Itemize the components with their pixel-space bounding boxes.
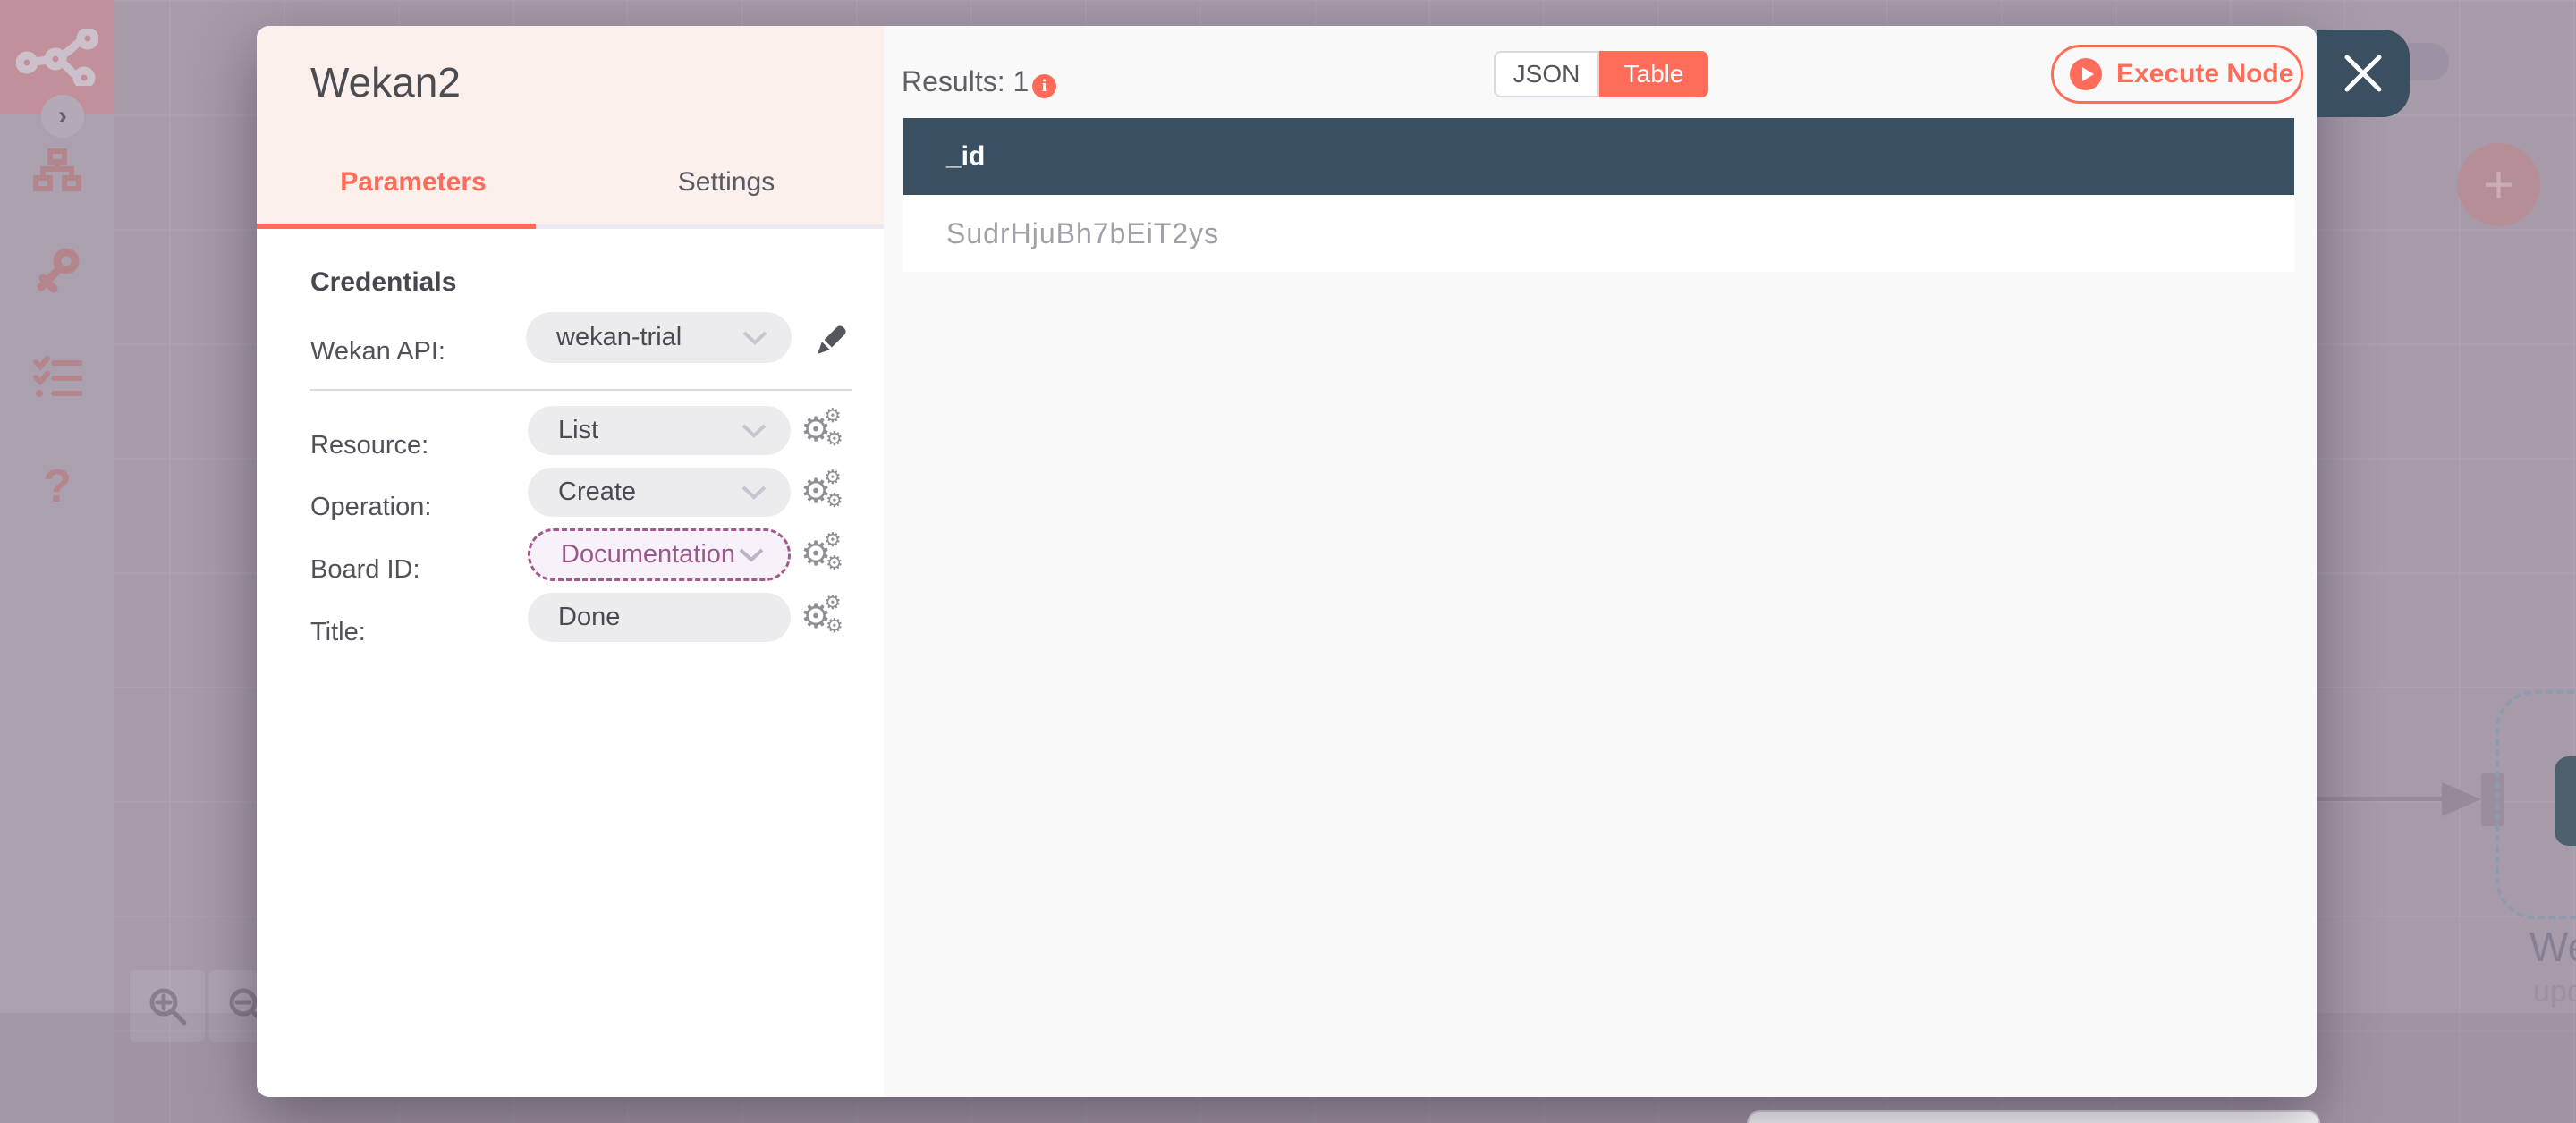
gear-small-icon: ⚙ xyxy=(826,552,843,574)
param-label-board-id: Board ID: xyxy=(310,555,420,584)
chevron-down-icon xyxy=(742,331,767,345)
info-icon[interactable]: i xyxy=(1032,74,1056,98)
operation-options-button[interactable]: ⚙ ⚙ ⚙ xyxy=(801,468,845,517)
pencil-icon xyxy=(818,325,846,354)
gear-small-icon: ⚙ xyxy=(826,614,843,637)
resource-options-button[interactable]: ⚙ ⚙ ⚙ xyxy=(801,406,845,455)
board-id-select[interactable]: Documentation xyxy=(528,528,791,581)
param-label-resource: Resource: xyxy=(310,431,429,460)
title-options-button[interactable]: ⚙ ⚙ ⚙ xyxy=(801,593,845,642)
param-label-operation: Operation: xyxy=(310,493,432,521)
node-detail-modal: Wekan2 Parameters Settings Credentials W… xyxy=(257,26,2317,1097)
sidebar-item-help[interactable]: ? xyxy=(0,460,114,513)
add-node-button[interactable]: + xyxy=(2457,143,2540,226)
key-icon xyxy=(37,248,80,293)
execute-node-label: Execute Node xyxy=(2116,59,2294,89)
help-icon: ? xyxy=(43,460,72,512)
chevron-down-icon xyxy=(741,424,767,438)
results-table: _id SudrHjuBh7bEiT2ys xyxy=(903,118,2294,272)
wekan-node-icon xyxy=(2555,756,2576,846)
toggle-json-button[interactable]: JSON xyxy=(1494,51,1599,97)
title-value: Done xyxy=(558,603,621,631)
operation-select[interactable]: Create xyxy=(528,468,791,517)
sidebar-item-workflows[interactable] xyxy=(0,148,114,193)
results-panel: Results: 1 i JSON Table Execute Node _id… xyxy=(884,26,2317,1097)
close-icon xyxy=(2344,55,2382,92)
chevron-down-icon xyxy=(739,548,764,562)
credentials-heading: Credentials xyxy=(310,267,457,297)
wekan-node-label: We xyxy=(2529,924,2576,970)
connection-arrow xyxy=(2442,782,2481,816)
results-count: Results: 1 xyxy=(902,65,1030,97)
gear-small-icon: ⚙ xyxy=(824,528,842,551)
gear-small-icon: ⚙ xyxy=(826,489,843,511)
results-view-toggle: JSON Table xyxy=(1494,51,1708,97)
app-screen: › ? W upd + Wekan2 Parameters Settings C… xyxy=(0,0,2576,1123)
chevron-down-icon xyxy=(741,486,767,500)
resource-select[interactable]: List xyxy=(528,406,791,455)
section-divider xyxy=(310,389,852,391)
resource-value: List xyxy=(558,416,599,444)
credential-select[interactable]: wekan-trial xyxy=(526,312,792,363)
active-tab-underline xyxy=(257,224,536,229)
chevron-right-icon: › xyxy=(58,101,67,131)
info-glyph: i xyxy=(1041,76,1047,96)
gear-small-icon: ⚙ xyxy=(824,591,842,613)
board-id-options-button[interactable]: ⚙ ⚙ ⚙ xyxy=(801,530,845,579)
tab-settings[interactable]: Settings xyxy=(570,158,883,207)
board-id-value: Documentation xyxy=(561,540,736,569)
param-label-title: Title: xyxy=(310,618,366,646)
table-row: SudrHjuBh7bEiT2ys xyxy=(903,195,2294,272)
operation-value: Create xyxy=(558,477,637,506)
gear-small-icon: ⚙ xyxy=(824,466,842,488)
workflow-logo-icon xyxy=(16,29,98,86)
title-input[interactable]: Done xyxy=(528,593,791,642)
sidebar-item-credentials[interactable] xyxy=(0,247,114,293)
gear-small-icon: ⚙ xyxy=(826,427,843,450)
sitemap-icon xyxy=(33,148,81,191)
node-title: Wekan2 xyxy=(310,59,461,106)
sidebar-expand-button[interactable]: › xyxy=(41,95,84,138)
toggle-table-button[interactable]: Table xyxy=(1599,51,1708,97)
credential-label: Wekan API: xyxy=(310,337,445,366)
parameters-panel: Wekan2 Parameters Settings Credentials W… xyxy=(257,26,884,1097)
edit-credential-button[interactable] xyxy=(813,319,852,359)
checklist-icon xyxy=(33,356,82,397)
close-modal-button[interactable] xyxy=(2317,30,2410,117)
play-icon xyxy=(2070,58,2102,90)
sidebar-item-executions[interactable] xyxy=(0,356,114,399)
gear-small-icon: ⚙ xyxy=(824,404,842,426)
wekan-node-sublabel: upd xyxy=(2533,975,2576,1009)
bottom-popup-edge xyxy=(1747,1110,2320,1123)
execute-node-button[interactable]: Execute Node xyxy=(2051,45,2303,104)
tab-parameters[interactable]: Parameters xyxy=(257,158,570,207)
credential-value: wekan-trial xyxy=(556,323,682,351)
table-header-id: _id xyxy=(903,118,2294,195)
